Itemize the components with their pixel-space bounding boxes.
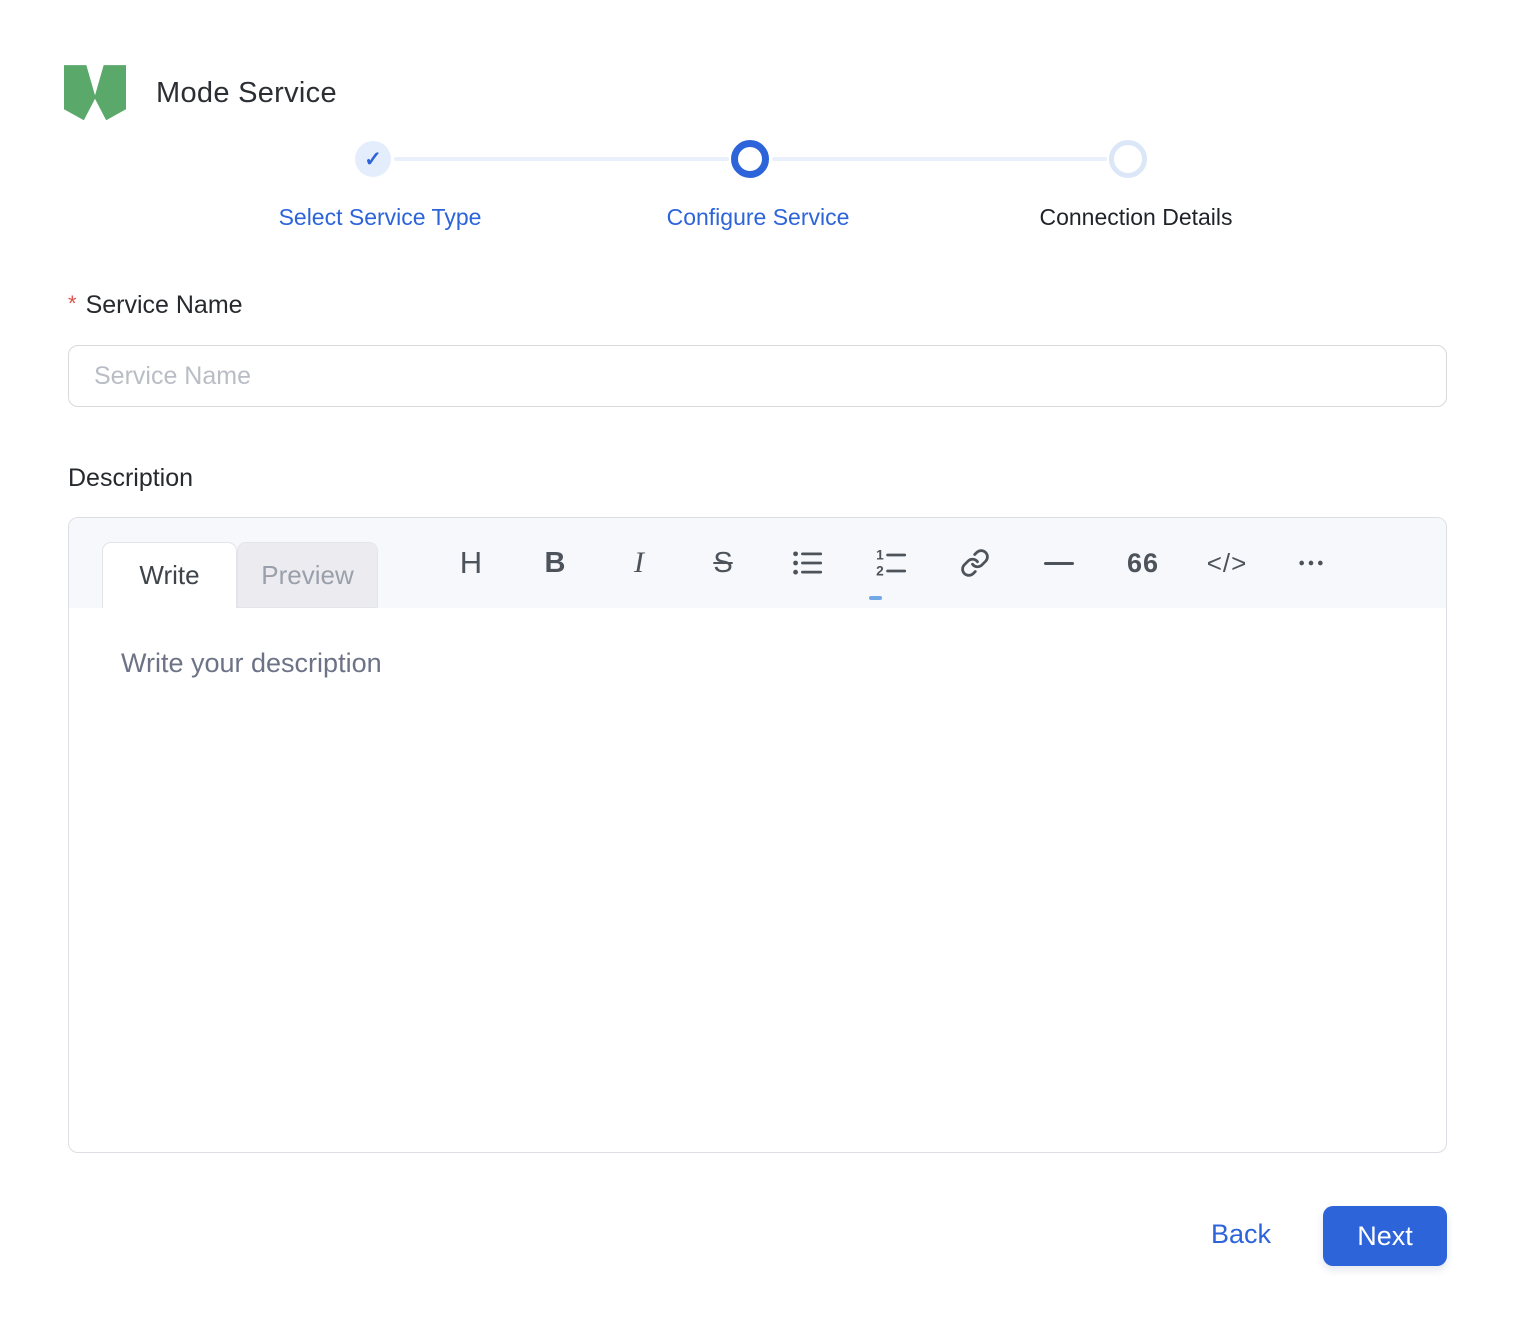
next-button[interactable]: Next (1323, 1206, 1447, 1266)
step-label-select-service-type[interactable]: Select Service Type (220, 204, 540, 231)
cursor-artifact (869, 596, 882, 600)
ordered-list-icon: 1 2 (876, 548, 907, 579)
strikethrough-icon: S (713, 546, 733, 579)
italic-icon: I (634, 546, 644, 579)
check-icon: ✓ (364, 147, 382, 171)
app-header: Mode Service (64, 64, 337, 122)
step-2-circle[interactable] (731, 140, 769, 178)
service-name-input[interactable] (68, 345, 1447, 407)
step-label-connection-details[interactable]: Connection Details (976, 204, 1296, 231)
step-1-circle[interactable]: ✓ (355, 141, 391, 177)
description-editor: Write Preview H B I S 1 2 66 </> Write y… (68, 517, 1447, 1153)
link-button[interactable] (933, 533, 1017, 593)
strikethrough-button[interactable]: S (681, 533, 765, 593)
bold-icon: B (544, 546, 566, 579)
description-label: Description (68, 464, 194, 492)
editor-body (69, 608, 1446, 1153)
link-icon (961, 549, 989, 577)
quote-icon: 66 (1126, 547, 1160, 578)
editor-toolbar: H B I S 1 2 66 </> (429, 518, 1353, 608)
heading-button[interactable]: H (429, 533, 513, 593)
code-button[interactable]: </> (1185, 533, 1269, 593)
svg-text:1: 1 (876, 548, 884, 563)
horizontal-rule-button[interactable] (1017, 533, 1101, 593)
configure-service-page: Mode Service ✓ Select Service Type Confi… (0, 0, 1518, 1334)
svg-text:2: 2 (876, 564, 884, 579)
unordered-list-icon (793, 551, 823, 575)
more-icon (1299, 560, 1323, 566)
m-logo-icon (64, 65, 126, 121)
more-button[interactable] (1269, 533, 1353, 593)
horizontal-rule-icon (1044, 561, 1074, 565)
ordered-list-button[interactable]: 1 2 (849, 533, 933, 593)
service-name-label-text: Service Name (85, 291, 243, 319)
page-title: Mode Service (156, 76, 337, 109)
description-textarea[interactable] (69, 608, 1446, 1153)
quote-button[interactable]: 66 (1101, 533, 1185, 593)
italic-button[interactable]: I (597, 533, 681, 593)
step-connector-2 (772, 157, 1107, 161)
editor-tabs: Write Preview (102, 542, 378, 608)
required-asterisk: * (68, 291, 77, 316)
back-button[interactable]: Back (1181, 1219, 1301, 1250)
step-3-circle[interactable] (1109, 140, 1147, 178)
heading-icon: H (459, 545, 483, 580)
tab-write[interactable]: Write (102, 542, 237, 608)
step-connector-1 (394, 157, 729, 161)
step-label-configure-service[interactable]: Configure Service (598, 204, 918, 231)
code-icon: </> (1206, 547, 1248, 578)
tab-preview[interactable]: Preview (237, 542, 378, 608)
bold-button[interactable]: B (513, 533, 597, 593)
service-name-label: * Service Name (68, 291, 243, 320)
editor-toolbar-header: Write Preview H B I S 1 2 66 </> (69, 518, 1446, 608)
unordered-list-button[interactable] (765, 533, 849, 593)
